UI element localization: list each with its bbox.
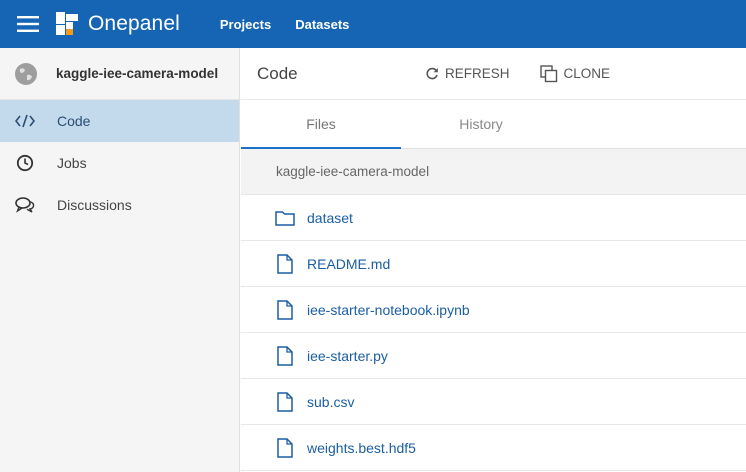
tab-files[interactable]: Files (241, 100, 401, 149)
sidebar-item-label: Discussions (57, 197, 132, 213)
folder-icon (275, 207, 295, 229)
menu-icon (17, 16, 39, 32)
sidebar-item-label: Jobs (57, 155, 87, 171)
refresh-label: REFRESH (445, 66, 510, 81)
nav-datasets-link[interactable]: Datasets (295, 17, 349, 32)
file-name: weights.best.hdf5 (307, 439, 416, 456)
tab-history[interactable]: History (401, 100, 561, 148)
hamburger-menu-button[interactable] (0, 0, 56, 48)
file-icon (275, 391, 295, 413)
breadcrumb: kaggle-iee-camera-model (241, 149, 746, 195)
file-row-notebook[interactable]: iee-starter-notebook.ipynb (241, 287, 746, 333)
onepanel-logo-icon (56, 12, 78, 35)
page-title: Code (257, 63, 298, 83)
project-header: kaggle-iee-camera-model (0, 48, 239, 100)
project-globe-icon (15, 62, 37, 85)
code-icon (15, 111, 35, 131)
clone-label: CLONE (563, 66, 611, 81)
file-icon (275, 299, 295, 321)
sidebar-item-code[interactable]: Code (0, 100, 239, 142)
refresh-icon (426, 67, 438, 79)
file-name: iee-starter.py (307, 347, 388, 364)
sidebar-item-jobs[interactable]: Jobs (0, 142, 239, 184)
file-row-dataset[interactable]: dataset (241, 195, 746, 241)
refresh-button[interactable]: REFRESH (425, 66, 510, 81)
code-tabs: Files History (241, 100, 746, 149)
project-name: kaggle-iee-camera-model (56, 66, 219, 81)
top-nav: Projects Datasets (220, 17, 374, 32)
file-icon (275, 253, 295, 275)
file-name: sub.csv (307, 393, 355, 410)
app-logo[interactable]: Onepanel (56, 0, 180, 48)
app-name: Onepanel (88, 12, 180, 35)
file-row-starter-py[interactable]: iee-starter.py (241, 333, 746, 379)
clock-icon (15, 153, 35, 173)
file-row-sub-csv[interactable]: sub.csv (241, 379, 746, 425)
file-name: iee-starter-notebook.ipynb (307, 301, 470, 318)
project-sidebar: kaggle-iee-camera-model Code Jobs Discus… (0, 48, 240, 472)
copy-icon (539, 64, 557, 82)
clone-button[interactable]: CLONE (539, 64, 611, 83)
sidebar-item-label: Code (57, 113, 91, 129)
file-name: dataset (307, 209, 353, 226)
nav-projects-link[interactable]: Projects (220, 17, 271, 32)
file-row-weights[interactable]: weights.best.hdf5 (241, 425, 746, 471)
code-header: Code REFRESH CLONE (241, 48, 746, 100)
code-panel: Code REFRESH CLONE Files History kaggle-… (241, 48, 746, 472)
file-icon (275, 437, 295, 459)
sidebar-item-discussions[interactable]: Discussions (0, 184, 239, 226)
file-name: README.md (307, 255, 391, 272)
file-icon (275, 345, 295, 367)
chat-icon (15, 195, 35, 215)
file-row-readme[interactable]: README.md (241, 241, 746, 287)
top-app-bar: Onepanel Projects Datasets (0, 0, 746, 48)
